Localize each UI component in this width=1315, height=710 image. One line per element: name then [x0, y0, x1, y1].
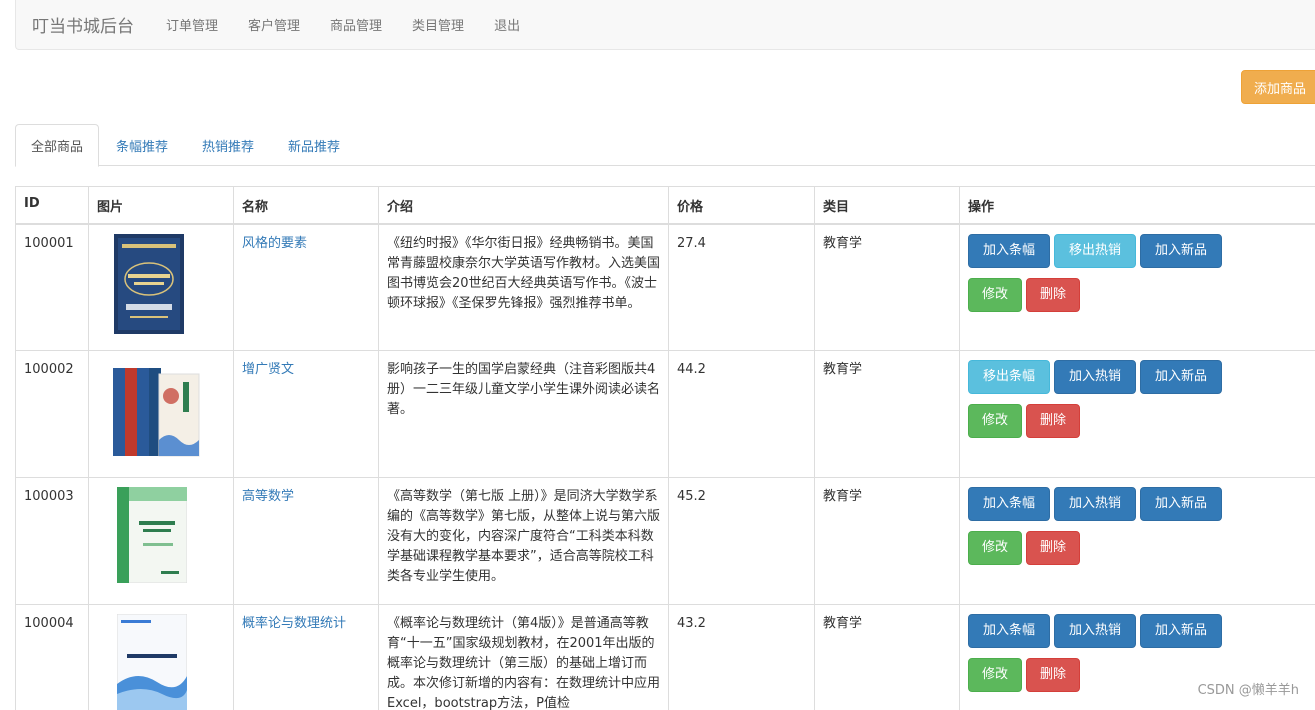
- add-new-button[interactable]: 加入新品: [1140, 614, 1222, 648]
- table-header-row: ID 图片 名称 介绍 价格 类目 操作: [15, 186, 1315, 225]
- nav-link-logout[interactable]: 退出: [479, 15, 535, 34]
- table-row: 100004 概率论与数理统计 《概率论与数理统计（第4版）》是普通高等教育“十…: [15, 604, 1315, 710]
- goods-table: ID 图片 名称 介绍 价格 类目 操作 100001 风格的要素 《纽约时报》…: [15, 186, 1315, 710]
- cell-image: [88, 223, 234, 351]
- add-hot-button[interactable]: 加入热销: [1054, 360, 1136, 394]
- cell-intro: 《高等数学（第七版 上册）》是同济大学数学系编的《高等数学》第七版，从整体上说与…: [378, 477, 669, 605]
- cell-price: 45.2: [668, 477, 815, 605]
- cell-price: 27.4: [668, 223, 815, 351]
- row-actions: 加入条幅 加入热销 加入新品 修改 删除: [968, 487, 1238, 575]
- add-new-button[interactable]: 加入新品: [1140, 487, 1222, 521]
- nav-link-categories[interactable]: 类目管理: [397, 15, 479, 34]
- nav-link-goods[interactable]: 商品管理: [315, 15, 397, 34]
- table-row: 100003 高等数学 《高等数学（第七版 上册）》是同济大学数学系编的《高等数…: [15, 477, 1315, 605]
- table-row: 100001 风格的要素 《纽约时报》《华尔街日报》经典畅销书。美国常青藤盟校康…: [15, 223, 1315, 351]
- add-hot-button[interactable]: 加入热销: [1054, 614, 1136, 648]
- cell-category: 教育学: [814, 223, 960, 351]
- delete-button[interactable]: 删除: [1026, 531, 1080, 565]
- cell-id: 100003: [15, 477, 89, 605]
- book-cover-image: [117, 487, 187, 583]
- csdn-watermark: CSDN @懒羊羊h: [1197, 683, 1299, 698]
- nav-link-orders[interactable]: 订单管理: [151, 15, 233, 34]
- edit-button[interactable]: 修改: [968, 404, 1022, 438]
- table-row: 100002 增广贤文 影响孩子一生的国学启蒙经典（注音彩图版共4册）一二三年级…: [15, 350, 1315, 478]
- cell-intro: 《纽约时报》《华尔街日报》经典畅销书。美国常青藤盟校康奈尔大学英语写作教材。入选…: [378, 223, 669, 351]
- cell-category: 教育学: [814, 350, 960, 478]
- row-actions: 移出条幅 加入热销 加入新品 修改 删除: [968, 360, 1238, 448]
- cell-price: 44.2: [668, 350, 815, 478]
- add-hot-button[interactable]: 加入热销: [1054, 487, 1136, 521]
- top-navbar: 叮当书城后台 订单管理 客户管理 商品管理 类目管理 退出: [15, 0, 1315, 50]
- goods-name-link[interactable]: 概率论与数理统计: [242, 616, 346, 631]
- book-cover-image: [114, 233, 184, 334]
- header-image: 图片: [88, 186, 234, 225]
- delete-button[interactable]: 删除: [1026, 277, 1080, 312]
- delete-button[interactable]: 删除: [1026, 658, 1080, 692]
- goods-filter-tabs: 全部商品 条幅推荐 热销推荐 新品推荐: [15, 124, 1315, 167]
- add-banner-button[interactable]: 加入条幅: [968, 487, 1050, 521]
- cell-intro: 影响孩子一生的国学启蒙经典（注音彩图版共4册）一二三年级儿童文学小学生课外阅读必…: [378, 350, 669, 478]
- goods-name-link[interactable]: 高等数学: [242, 489, 294, 504]
- cell-category: 教育学: [814, 477, 960, 605]
- edit-button[interactable]: 修改: [968, 658, 1022, 692]
- book-cover-image: [117, 614, 187, 710]
- cell-id: 100002: [15, 350, 89, 478]
- cell-id: 100001: [15, 223, 89, 351]
- tab-all-goods[interactable]: 全部商品: [15, 124, 100, 167]
- header-intro: 介绍: [378, 186, 669, 225]
- remove-banner-button[interactable]: 移出条幅: [968, 360, 1050, 394]
- edit-button[interactable]: 修改: [968, 531, 1022, 565]
- cell-intro: 《概率论与数理统计（第4版）》是普通高等教育“十一五”国家级规划教材，在2001…: [378, 604, 669, 710]
- cell-category: 教育学: [814, 604, 960, 710]
- cell-price: 43.2: [668, 604, 815, 710]
- add-new-button[interactable]: 加入新品: [1140, 360, 1222, 394]
- navbar-brand[interactable]: 叮当书城后台: [16, 12, 151, 37]
- cell-image: [88, 477, 234, 605]
- add-goods-button[interactable]: 添加商品: [1241, 70, 1315, 104]
- header-actions: 操作: [959, 186, 1315, 225]
- add-banner-button[interactable]: 加入条幅: [968, 233, 1050, 268]
- add-new-button[interactable]: 加入新品: [1140, 233, 1222, 268]
- add-banner-button[interactable]: 加入条幅: [968, 614, 1050, 648]
- row-actions: 加入条幅 移出热销 加入新品 修改 删除: [968, 233, 1238, 322]
- book-cover-image: [113, 368, 200, 457]
- delete-button[interactable]: 删除: [1026, 404, 1080, 438]
- header-category: 类目: [814, 186, 960, 225]
- header-name: 名称: [233, 186, 379, 225]
- tab-new-recommend[interactable]: 新品推荐: [271, 124, 357, 166]
- nav-link-customers[interactable]: 客户管理: [233, 15, 315, 34]
- cell-image: [88, 604, 234, 710]
- remove-hot-button[interactable]: 移出热销: [1054, 233, 1136, 268]
- tab-hot-recommend[interactable]: 热销推荐: [185, 124, 271, 166]
- cell-id: 100004: [15, 604, 89, 710]
- cell-image: [88, 350, 234, 478]
- goods-name-link[interactable]: 增广贤文: [242, 362, 294, 377]
- goods-name-link[interactable]: 风格的要素: [242, 236, 307, 251]
- header-price: 价格: [668, 186, 815, 225]
- tab-banner-recommend[interactable]: 条幅推荐: [99, 124, 185, 166]
- header-id: ID: [15, 186, 89, 225]
- edit-button[interactable]: 修改: [968, 277, 1022, 312]
